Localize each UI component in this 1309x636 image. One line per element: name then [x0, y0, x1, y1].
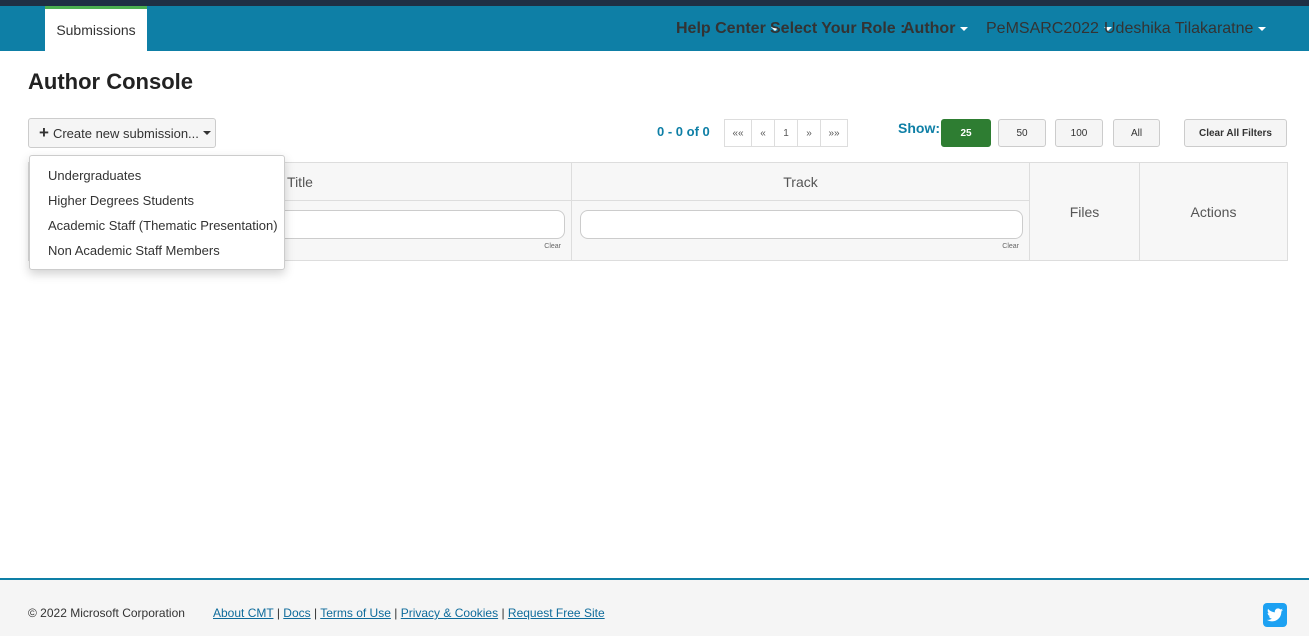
- footer-link-privacy[interactable]: Privacy & Cookies: [401, 606, 498, 620]
- role-menu[interactable]: Author: [903, 20, 969, 38]
- page-1-button[interactable]: 1: [774, 119, 798, 147]
- show-100-button[interactable]: 100: [1055, 119, 1103, 147]
- show-label: Show:: [898, 120, 940, 136]
- next-page-button[interactable]: »: [797, 119, 821, 147]
- dropdown-item-undergraduates[interactable]: Undergraduates: [30, 163, 284, 188]
- footer-link-docs[interactable]: Docs: [283, 606, 310, 620]
- dropdown-item-higher-degrees[interactable]: Higher Degrees Students: [30, 188, 284, 213]
- track-filter-input[interactable]: [580, 210, 1023, 239]
- help-center-menu[interactable]: Help Center: [676, 20, 779, 38]
- role-label: Author: [903, 20, 956, 37]
- twitter-bird-icon: [1267, 608, 1283, 622]
- column-header-files: Files: [1030, 163, 1140, 260]
- footer-links: About CMT | Docs | Terms of Use | Privac…: [213, 606, 605, 620]
- show-50-button[interactable]: 50: [998, 119, 1046, 147]
- top-navbar: Submissions Help Center Select Your Role…: [0, 6, 1309, 51]
- footer-separator: |: [394, 606, 398, 620]
- clear-all-filters-button[interactable]: Clear All Filters: [1184, 119, 1287, 147]
- track-column: Track Clear: [572, 163, 1030, 260]
- conference-label: PeMSARC2022: [986, 20, 1099, 37]
- column-header-track[interactable]: Track: [572, 163, 1029, 201]
- footer-link-request-site[interactable]: Request Free Site: [508, 606, 605, 620]
- dropdown-item-non-academic-staff[interactable]: Non Academic Staff Members: [30, 238, 284, 263]
- select-role-label: Select Your Role :: [770, 20, 906, 37]
- help-center-label: Help Center: [676, 20, 766, 37]
- prev-page-button[interactable]: «: [751, 119, 775, 147]
- column-header-actions: Actions: [1190, 203, 1237, 220]
- caret-down-icon: [1258, 27, 1267, 31]
- last-page-button[interactable]: »»: [820, 119, 848, 147]
- twitter-icon[interactable]: [1263, 603, 1287, 627]
- page-title: Author Console: [28, 69, 193, 94]
- track-filter-clear[interactable]: Clear: [1002, 243, 1019, 250]
- dropdown-item-academic-staff[interactable]: Academic Staff (Thematic Presentation): [30, 213, 284, 238]
- caret-down-icon: [202, 131, 211, 135]
- show-all-button[interactable]: All: [1113, 119, 1160, 147]
- pagination: «« « 1 » »»: [724, 119, 848, 147]
- create-submission-dropdown: Undergraduates Higher Degrees Students A…: [29, 155, 285, 270]
- create-submission-label: Create new submission...: [52, 125, 199, 141]
- create-submission-button[interactable]: + Create new submission...: [28, 118, 216, 148]
- footer-separator: |: [501, 606, 505, 620]
- footer: © 2022 Microsoft Corporation About CMT |…: [0, 578, 1309, 636]
- plus-icon: +: [39, 123, 49, 142]
- user-menu[interactable]: Udeshika Tilakaratne: [1104, 20, 1267, 38]
- show-25-button[interactable]: 25: [941, 119, 991, 147]
- title-filter-clear[interactable]: Clear: [544, 243, 561, 250]
- footer-separator: |: [276, 606, 280, 620]
- conference-menu[interactable]: PeMSARC2022: [986, 20, 1112, 38]
- footer-link-about[interactable]: About CMT: [213, 606, 273, 620]
- footer-link-terms[interactable]: Terms of Use: [320, 606, 391, 620]
- results-range: 0 - 0 of 0: [657, 124, 710, 139]
- footer-separator: |: [313, 606, 318, 620]
- caret-down-icon: [960, 27, 969, 31]
- first-page-button[interactable]: ««: [724, 119, 752, 147]
- copyright-text: © 2022 Microsoft Corporation: [28, 606, 185, 620]
- user-name: Udeshika Tilakaratne: [1104, 20, 1254, 37]
- track-filter-cell: Clear: [572, 201, 1029, 259]
- tab-submissions[interactable]: Submissions: [45, 6, 147, 51]
